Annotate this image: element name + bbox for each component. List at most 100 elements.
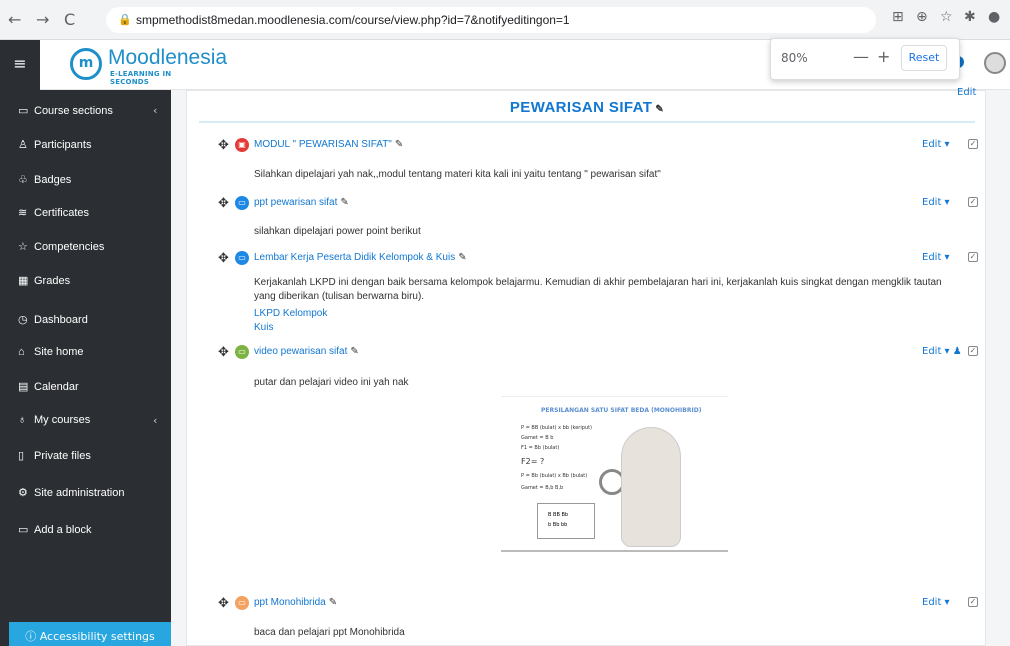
calendar-icon: ▤ [18,381,29,393]
sidebar-item-add-block[interactable]: ▭ Add a block [18,523,91,536]
graduation-icon: ♁ [18,414,27,426]
edit-menu-button[interactable]: Edit ▾ [922,139,950,150]
logo-name: Moodlenesia [108,46,228,69]
forward-icon[interactable]: → [36,10,49,29]
pencil-icon: ✎ [458,252,467,263]
zoom-reset-button[interactable]: Reset [901,45,947,71]
edit-menu-button[interactable]: Edit ▾ ♟ [922,346,962,357]
url-text: smpmethodist8medan.moodlenesia.com/cours… [136,13,570,27]
activity-link[interactable]: MODUL " PEWARISAN SIFAT" ✎ [254,139,403,150]
home-icon: ⌂ [18,346,25,358]
chevron-left-icon[interactable]: ‹ [153,104,157,117]
sidebar-item-course-sections[interactable]: ▭ Course sections [18,104,113,117]
activity-description: baca dan pelajari ppt Monohibrida [254,627,405,638]
zoom-level: 80% [781,51,808,65]
translate-icon[interactable]: ⊞ [892,9,904,25]
chevron-left-icon[interactable]: ‹ [153,414,157,427]
zoom-in-button[interactable]: + [877,47,890,66]
badge-icon: ♧ [18,174,28,186]
page-icon: ▭ [235,251,249,265]
avatar[interactable] [984,52,1006,74]
video-thumbnail[interactable]: PERSILANGAN SATU SIFAT BEDA (MONOHIBRID)… [501,396,728,552]
course-index-drawer: ▭ Course sections ‹ ♙ Participants ♧ Badges… [0,90,171,646]
move-icon[interactable]: ✥ [218,596,229,611]
activity-description: putar dan pelajari video ini yah nak [254,377,409,388]
add-block-icon: ▭ [18,524,29,536]
video-line: P = Bb (bulat) x Bb (bulat) [521,473,588,479]
users-icon: ♙ [18,139,28,151]
video-line: Gamet = B,b B,b [521,485,564,491]
activity-description: Silahkan dipelajari yah nak,,modul tenta… [254,169,661,180]
section-edit-link[interactable]: Edit [957,87,976,98]
extensions-icon[interactable]: ✱ [964,9,976,25]
sidebar-item-certificates[interactable]: ≋ Certificates [18,206,89,219]
pdf-icon: ▣ [235,138,249,152]
back-icon[interactable]: ← [8,10,21,29]
site-logo[interactable]: m Moodlenesia E-LEARNING IN SECONDS [70,46,227,86]
video-line: F1 = Bb (bulat) [521,445,560,451]
pencil-icon[interactable]: ✎ [655,104,664,115]
pencil-icon: ✎ [328,597,338,608]
sidebar-item-site-administration[interactable]: ⚙ Site administration [18,486,125,499]
video-line: Gamet = B b [521,435,554,441]
sidebar-item-private-files[interactable]: ▯ Private files [18,449,91,462]
profile-icon[interactable]: ● [988,9,1000,25]
star-icon: ☆ [18,241,28,253]
completion-checkbox[interactable]: ✓ [968,252,978,262]
sidebar-item-participants[interactable]: ♙ Participants [18,138,91,151]
activity-link[interactable]: ppt pewarisan sifat ✎ [254,197,349,208]
dashboard-icon: ◷ [18,314,28,326]
activity-link[interactable]: ppt Monohibrida ✎ [254,597,337,608]
zoom-out-button[interactable]: — [853,47,869,66]
file-icon: ▭ [235,196,249,210]
completion-checkbox[interactable]: ✓ [968,197,978,207]
address-bar[interactable]: 🔒 smpmethodist8medan.moodlenesia.com/cou… [106,7,876,33]
reload-icon[interactable]: C [64,10,75,29]
certificate-icon: ≋ [18,207,28,219]
sidebar-item-grades[interactable]: ▦ Grades [18,274,70,287]
sidebar-item-badges[interactable]: ♧ Badges [18,173,71,186]
gear-icon: ⚙ [18,487,28,499]
edit-menu-button[interactable]: Edit ▾ [922,197,950,208]
sidebar-item-calendar[interactable]: ▤ Calendar [18,380,79,393]
accessibility-settings-button[interactable]: ⓘ Accessibility settings [9,622,171,646]
logo-mark: m [70,48,102,80]
activity-link[interactable]: Lembar Kerja Peserta Didik Kelompok & Ku… [254,252,467,263]
edit-menu-button[interactable]: Edit ▾ [922,597,950,608]
info-icon: ⓘ [25,630,40,643]
zoom-popup: 80% — + Reset [770,38,960,80]
lock-icon: 🔒 [118,14,132,26]
sidebar-item-my-courses[interactable]: ♁ My courses [18,414,90,426]
move-icon[interactable]: ✥ [218,345,229,360]
activity-description: silahkan dipelajari power point berikut [254,226,421,237]
completion-checkbox[interactable]: ✓ [968,597,978,607]
punnett-square: B BB Bb b Bb bb [537,503,595,539]
course-content: Edit PEWARISAN SIFAT ✎ ✥ ▣ MODUL " PEWARI… [171,87,1010,646]
sidebar-item-dashboard[interactable]: ◷ Dashboard [18,313,88,326]
completion-checkbox[interactable]: ✓ [968,346,978,356]
sidebar-item-site-home[interactable]: ⌂ Site home [18,346,84,358]
files-icon: ▯ [18,450,25,462]
completion-checkbox[interactable]: ✓ [968,139,978,149]
section-title: PEWARISAN SIFAT ✎ [509,99,665,116]
lkpd-link[interactable]: LKPD Kelompok [254,307,954,321]
section-panel: Edit PEWARISAN SIFAT ✎ ✥ ▣ MODUL " PEWARI… [186,87,986,646]
menu-icon[interactable]: ≡ [0,40,40,90]
edit-menu-button[interactable]: Edit ▾ [922,252,950,263]
browser-toolbar: ← → C 🔒 smpmethodist8medan.moodlenesia.c… [0,0,1010,40]
move-icon[interactable]: ✥ [218,196,229,211]
move-icon[interactable]: ✥ [218,138,229,153]
sidebar-item-competencies[interactable]: ☆ Competencies [18,240,104,253]
move-icon[interactable]: ✥ [218,251,229,266]
zoom-icon[interactable]: ⊕ [916,9,928,25]
activity-description: Kerjakanlah LKPD ini dengan baik bersama… [254,277,942,302]
grades-icon: ▦ [18,275,29,287]
drawing-hand-image [621,427,681,547]
pencil-icon: ✎ [340,197,349,208]
section-divider [199,121,975,123]
kuis-link[interactable]: Kuis [254,321,954,335]
bookmark-star-icon[interactable]: ☆ [940,9,953,25]
video-line: P = BB (bulat) x bb (keriput) [521,425,593,431]
activity-link[interactable]: video pewarisan sifat ✎ [254,346,359,357]
folder-icon: ▭ [18,105,29,117]
